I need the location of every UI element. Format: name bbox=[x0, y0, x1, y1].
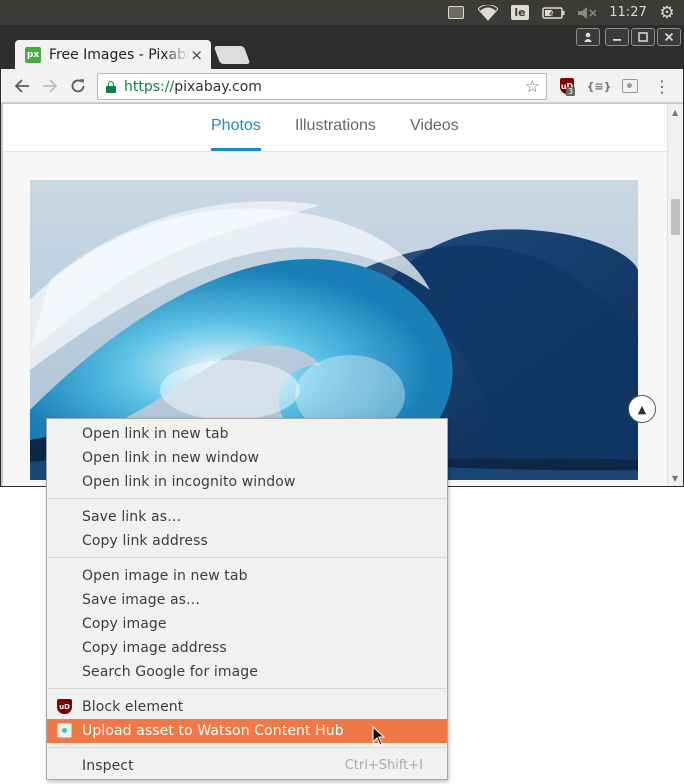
menu-open-image-new-tab[interactable]: Open image in new tab bbox=[47, 564, 447, 588]
ublock-icon: uD bbox=[57, 699, 72, 714]
inspect-shortcut: Ctrl+Shift+I bbox=[344, 758, 423, 773]
tab-title: Free Images - Pixabay bbox=[49, 46, 189, 63]
minimize-button[interactable] bbox=[605, 28, 629, 46]
settings-gear-icon[interactable]: ⚙ bbox=[656, 3, 678, 23]
close-window-button[interactable] bbox=[657, 28, 681, 46]
tab-illustrations[interactable]: Illustrations bbox=[295, 117, 376, 135]
browser-toolbar: https://pixabay.com ☆ uD 3 {≡} ⋮ bbox=[1, 69, 683, 103]
menu-separator bbox=[48, 557, 446, 558]
menu-copy-link-address[interactable]: Copy link address bbox=[47, 529, 447, 553]
new-tab-button[interactable] bbox=[213, 46, 251, 64]
menu-copy-image-address[interactable]: Copy image address bbox=[47, 636, 447, 660]
menu-separator bbox=[48, 747, 446, 748]
tab-videos[interactable]: Videos bbox=[410, 117, 459, 135]
menu-inspect[interactable]: Inspect Ctrl+Shift+I bbox=[47, 754, 447, 778]
secure-lock-icon[interactable] bbox=[106, 80, 116, 93]
watson-content-hub-icon bbox=[57, 723, 72, 738]
maximize-button[interactable] bbox=[631, 28, 655, 46]
page-scrollbar[interactable]: ▲ ▼ bbox=[667, 104, 683, 486]
menu-copy-image[interactable]: Copy image bbox=[47, 612, 447, 636]
battery-icon[interactable] bbox=[541, 3, 567, 22]
page-header: Photos Illustrations Videos bbox=[3, 104, 667, 152]
mouse-pointer-icon bbox=[372, 726, 386, 746]
inbox-icon[interactable] bbox=[446, 3, 466, 22]
wifi-icon[interactable] bbox=[476, 3, 500, 22]
tab-pixabay[interactable]: px Free Images - Pixabay × bbox=[15, 40, 211, 69]
scroll-down-arrow-icon[interactable]: ▼ bbox=[672, 474, 678, 483]
system-top-panel: le 11:27 ⚙ bbox=[0, 0, 684, 25]
ublock-extension-icon[interactable]: uD 3 bbox=[558, 77, 576, 96]
menu-open-link-incognito[interactable]: Open link in incognito window bbox=[47, 470, 447, 494]
context-menu: Open link in new tab Open link in new wi… bbox=[46, 418, 448, 780]
keyboard-layout-indicator[interactable]: le bbox=[509, 3, 531, 22]
scrollbar-thumb[interactable] bbox=[671, 199, 680, 235]
address-bar[interactable]: https://pixabay.com ☆ bbox=[97, 73, 547, 100]
menu-upload-watson-content-hub[interactable]: Upload asset to Watson Content Hub bbox=[47, 719, 447, 743]
tab-close-icon[interactable]: × bbox=[190, 46, 203, 64]
ublock-badge: 3 bbox=[566, 87, 576, 96]
menu-block-element[interactable]: uD Block element bbox=[47, 695, 447, 719]
menu-open-link-new-window[interactable]: Open link in new window bbox=[47, 446, 447, 470]
scroll-to-top-button[interactable]: ▲ bbox=[628, 395, 656, 423]
bookmark-star-icon[interactable]: ☆ bbox=[525, 77, 540, 97]
back-arrow-icon[interactable] bbox=[11, 75, 33, 97]
url-text[interactable]: https://pixabay.com bbox=[124, 79, 262, 95]
menu-open-link-new-tab[interactable]: Open link in new tab bbox=[47, 422, 447, 446]
reload-icon[interactable] bbox=[67, 75, 89, 97]
active-tab-underline bbox=[211, 148, 261, 151]
scroll-up-arrow-icon[interactable]: ▲ bbox=[672, 108, 678, 117]
menu-separator bbox=[48, 688, 446, 689]
profile-button[interactable] bbox=[576, 28, 600, 46]
tab-strip: px Free Images - Pixabay × bbox=[1, 25, 683, 69]
forward-arrow-icon[interactable] bbox=[39, 75, 61, 97]
menu-search-google-for-image[interactable]: Search Google for image bbox=[47, 660, 447, 684]
watson-extension-icon[interactable] bbox=[621, 77, 639, 95]
menu-save-link-as[interactable]: Save link as… bbox=[47, 505, 447, 529]
clock[interactable]: 11:27 bbox=[606, 3, 650, 22]
pixabay-favicon-icon: px bbox=[25, 46, 41, 63]
menu-save-image-as[interactable]: Save image as… bbox=[47, 588, 447, 612]
menu-separator bbox=[48, 498, 446, 499]
tab-photos[interactable]: Photos bbox=[211, 117, 261, 135]
json-viewer-extension-icon[interactable]: {≡} bbox=[587, 77, 612, 95]
volume-muted-icon[interactable] bbox=[576, 3, 598, 22]
browser-menu-icon[interactable]: ⋮ bbox=[654, 76, 670, 96]
